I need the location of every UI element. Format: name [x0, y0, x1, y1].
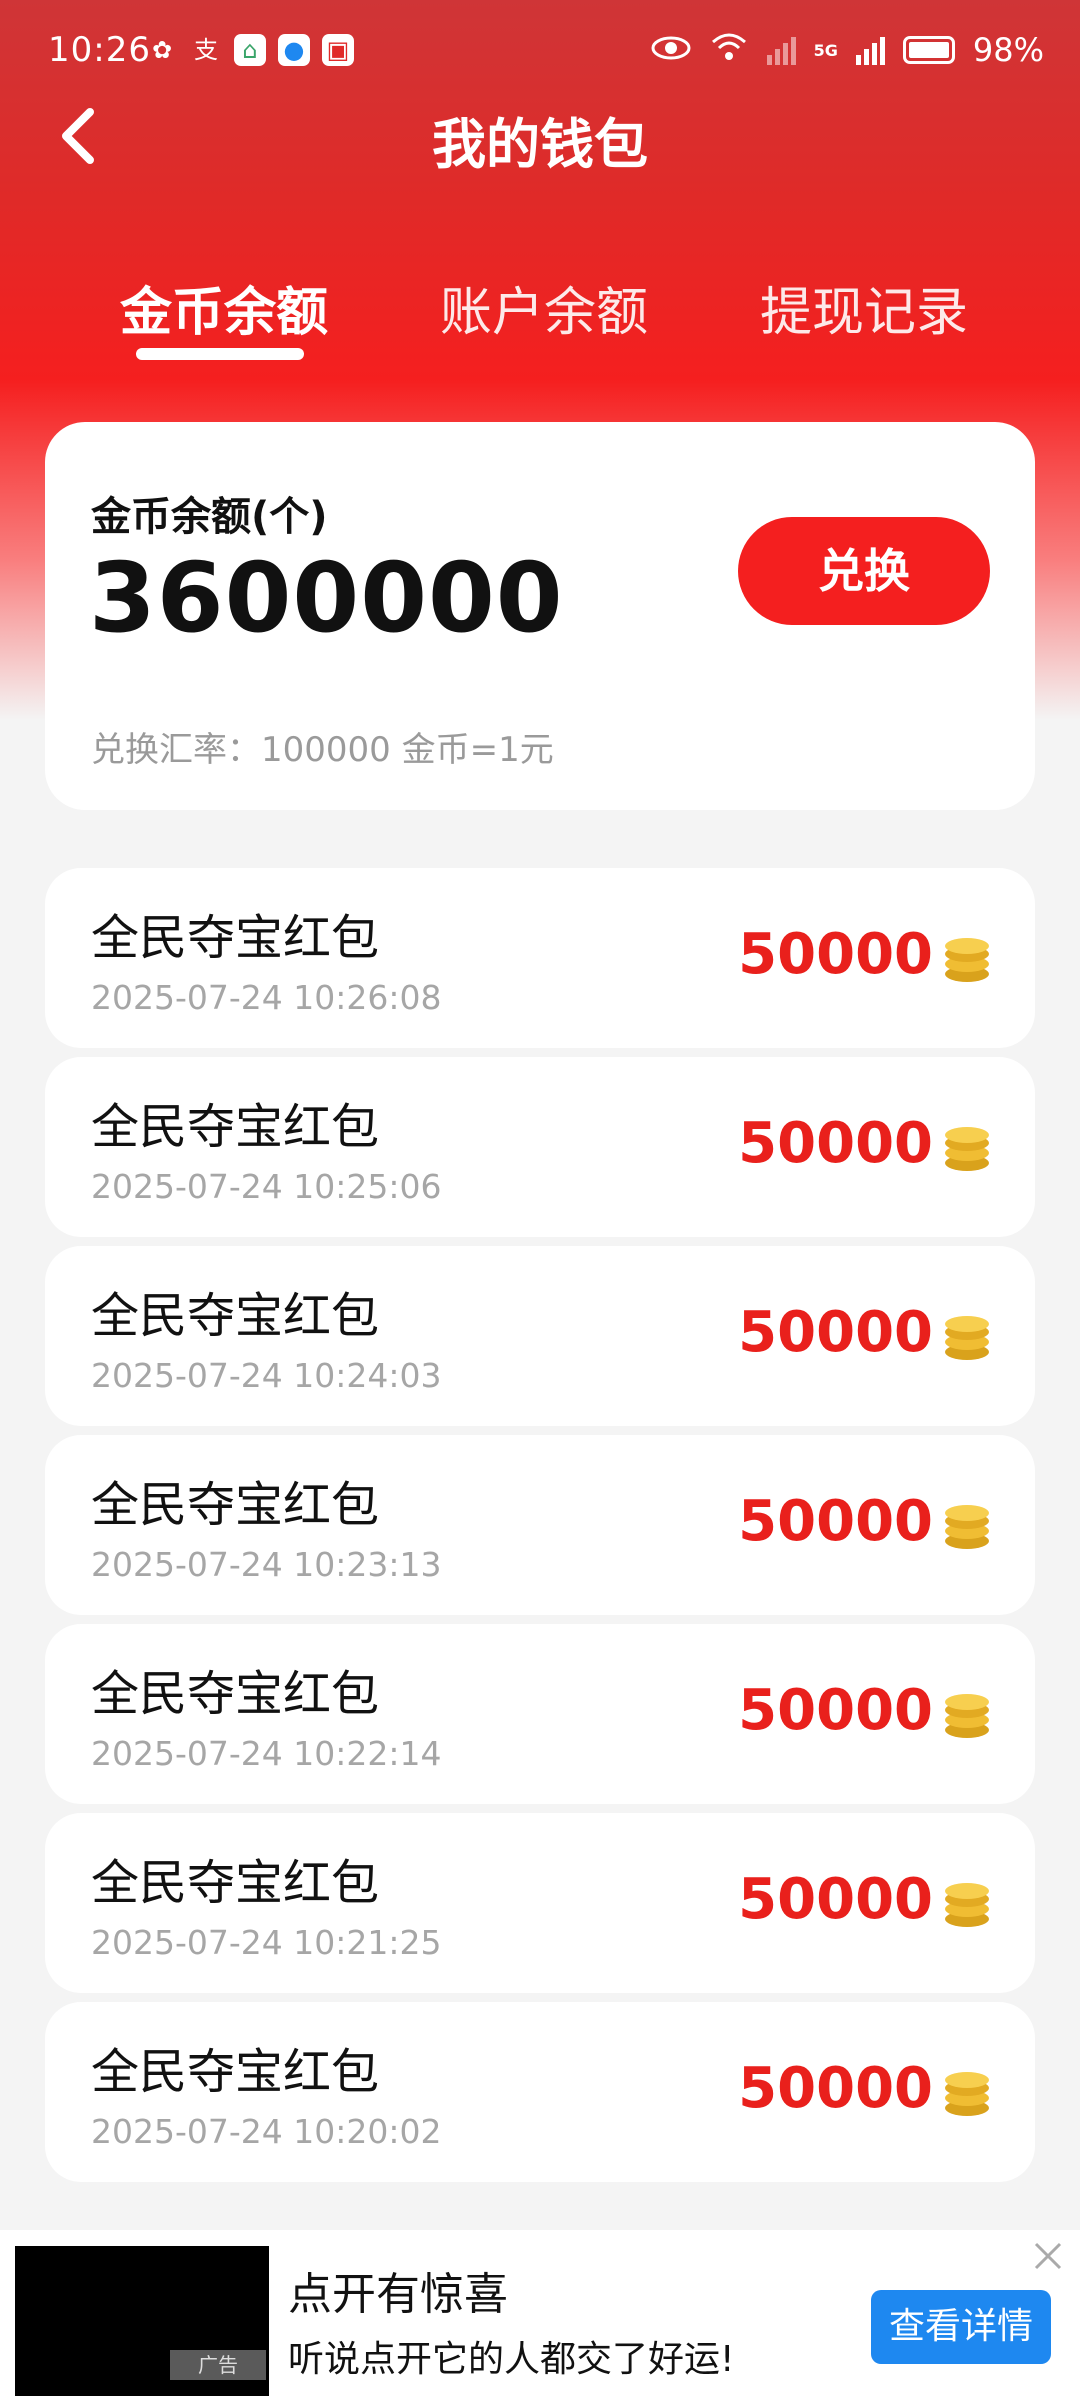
- record-title: 全民夺宝红包: [91, 1099, 380, 1155]
- battery-icon: [902, 36, 955, 64]
- wechat-icon: ✿: [151, 36, 173, 64]
- record-time: 2025-07-24 10:21:25: [91, 1923, 442, 1962]
- exchange-button[interactable]: 兑换: [738, 517, 990, 625]
- gold-coin-stack-icon: [945, 1505, 989, 1549]
- record-title: 全民夺宝红包: [91, 1477, 380, 1533]
- record-title: 全民夺宝红包: [91, 1855, 380, 1911]
- record-time: 2025-07-24 10:23:13: [91, 1545, 442, 1584]
- ad-details-button[interactable]: 查看详情: [871, 2290, 1051, 2364]
- gold-coin-stack-icon: [945, 938, 989, 982]
- record-amount: 50000: [738, 2056, 933, 2121]
- exchange-rate: 兑换汇率：100000 金币=1元: [91, 730, 554, 770]
- gold-coin-stack-icon: [945, 1127, 989, 1171]
- list-item[interactable]: 全民夺宝红包 2025-07-24 10:20:02 50000: [45, 2002, 1035, 2182]
- record-time: 2025-07-24 10:25:06: [91, 1167, 442, 1206]
- record-time: 2025-07-24 10:20:02: [91, 2112, 442, 2151]
- tab-coin-balance[interactable]: 金币余额: [120, 270, 328, 345]
- balance-value: 3600000: [89, 542, 564, 654]
- tab-withdraw-records[interactable]: 提现记录: [760, 270, 968, 345]
- app-notification-icon: ⌂: [234, 34, 266, 66]
- active-tab-indicator: [136, 348, 304, 360]
- tab-bar: 金币余额 账户余额 提现记录: [0, 270, 1080, 360]
- signal-sim1-icon: [766, 35, 796, 65]
- record-amount: 50000: [738, 1111, 933, 1176]
- close-icon[interactable]: [1030, 2238, 1066, 2274]
- status-time: 10:26: [48, 30, 151, 70]
- gold-coin-stack-icon: [945, 2072, 989, 2116]
- record-time: 2025-07-24 10:24:03: [91, 1356, 442, 1395]
- page-title: 我的钱包: [432, 113, 648, 176]
- browser-notification-icon: ●: [278, 34, 310, 66]
- list-item[interactable]: 全民夺宝红包 2025-07-24 10:26:08 50000: [45, 868, 1035, 1048]
- record-title: 全民夺宝红包: [91, 1288, 380, 1344]
- record-title: 全民夺宝红包: [91, 1666, 380, 1722]
- message-notification-icon: ▣: [322, 34, 354, 66]
- list-item[interactable]: 全民夺宝红包 2025-07-24 10:22:14 50000: [45, 1624, 1035, 1804]
- list-item[interactable]: 全民夺宝红包 2025-07-24 10:24:03 50000: [45, 1246, 1035, 1426]
- signal-sim2-icon: [855, 35, 885, 65]
- record-time: 2025-07-24 10:26:08: [91, 978, 442, 1017]
- list-item[interactable]: 全民夺宝红包 2025-07-24 10:21:25 50000: [45, 1813, 1035, 1993]
- wifi-icon: [709, 30, 749, 70]
- gold-coin-stack-icon: [945, 1316, 989, 1360]
- record-title: 全民夺宝红包: [91, 910, 380, 966]
- eye-icon: [651, 31, 691, 69]
- balance-label: 金币余额(个): [91, 494, 328, 540]
- tab-account-balance[interactable]: 账户余额: [440, 270, 648, 345]
- record-amount: 50000: [738, 1300, 933, 1365]
- record-amount: 50000: [738, 1867, 933, 1932]
- alipay-icon: 支: [194, 36, 218, 64]
- record-amount: 50000: [738, 1678, 933, 1743]
- ad-badge: 广告: [170, 2350, 266, 2380]
- ad-title: 点开有惊喜: [288, 2269, 508, 2320]
- gold-coin-stack-icon: [945, 1694, 989, 1738]
- status-bar: 10:26 ✿ 支 ⌂ ● ▣ 5G 98%: [0, 0, 1080, 100]
- record-amount: 50000: [738, 922, 933, 987]
- network-type-label: 5G: [813, 40, 838, 60]
- gold-coin-stack-icon: [945, 1883, 989, 1927]
- ad-banner[interactable]: 广告 点开有惊喜 听说点开它的人都交了好运! 查看详情: [0, 2230, 1080, 2400]
- list-item[interactable]: 全民夺宝红包 2025-07-24 10:23:13 50000: [45, 1435, 1035, 1615]
- battery-percent: 98%: [972, 31, 1044, 69]
- ad-subtitle: 听说点开它的人都交了好运!: [288, 2339, 735, 2380]
- record-time: 2025-07-24 10:22:14: [91, 1734, 442, 1773]
- balance-card: 金币余额(个) 3600000 兑换 兑换汇率：100000 金币=1元: [45, 422, 1035, 810]
- record-title: 全民夺宝红包: [91, 2044, 380, 2100]
- record-amount: 50000: [738, 1489, 933, 1554]
- list-item[interactable]: 全民夺宝红包 2025-07-24 10:25:06 50000: [45, 1057, 1035, 1237]
- notification-icons: ✿ 支 ⌂ ● ▣: [146, 34, 354, 66]
